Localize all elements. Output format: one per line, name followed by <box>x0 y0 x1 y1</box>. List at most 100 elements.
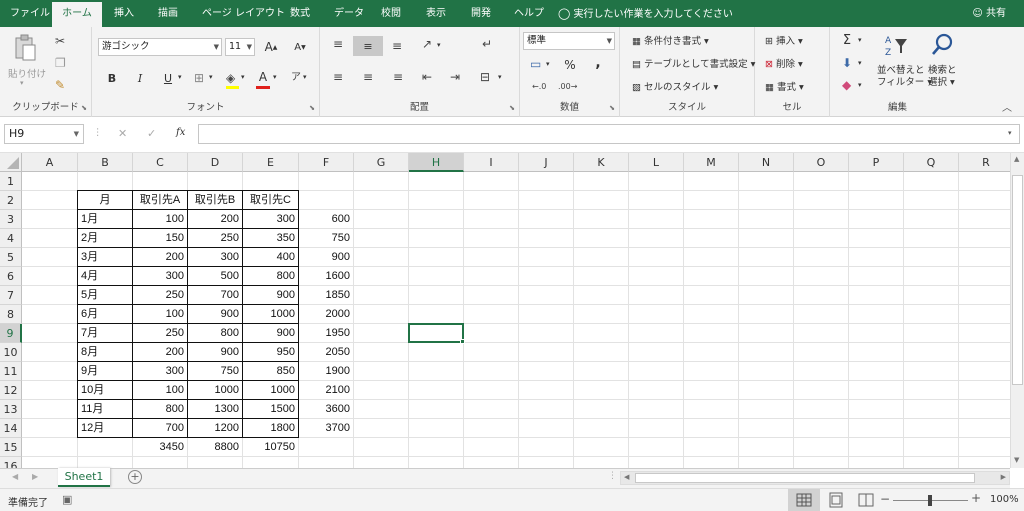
column-header[interactable]: M <box>684 153 739 172</box>
value-cell[interactable]: 800 <box>243 267 298 286</box>
zoom-level[interactable]: 100% <box>990 494 1019 505</box>
column-header[interactable]: Q <box>904 153 959 172</box>
value-cell[interactable]: 400 <box>243 248 298 267</box>
format-as-table-button[interactable]: ▤ テーブルとして書式設定 ▾ <box>632 56 755 70</box>
column-header[interactable]: J <box>519 153 574 172</box>
value-cell[interactable]: 300 <box>133 267 187 286</box>
format-painter-icon[interactable]: ✎ <box>55 78 65 92</box>
chevron-down-icon[interactable]: ▾ <box>303 73 307 81</box>
tab-splitter-icon[interactable]: ⋮ <box>608 471 617 481</box>
month-cell[interactable]: 2月 <box>78 229 132 248</box>
tab-review[interactable]: 校閲 <box>381 0 401 27</box>
cut-icon[interactable]: ✂ <box>55 34 65 48</box>
row-total-cell[interactable]: 1600 <box>299 267 353 286</box>
horizontal-scroll-thumb[interactable] <box>635 473 975 483</box>
chevron-down-icon[interactable]: ▾ <box>498 73 502 81</box>
find-icon[interactable] <box>928 31 956 59</box>
column-total-cell[interactable]: 3450 <box>133 438 187 457</box>
row-total-cell[interactable]: 600 <box>299 210 353 229</box>
column-header[interactable]: F <box>299 153 354 172</box>
row-header[interactable]: 5 <box>0 248 22 267</box>
row-header[interactable]: 1 <box>0 172 22 191</box>
month-cell[interactable]: 8月 <box>78 343 132 362</box>
find-select-label-2[interactable]: 選択 ▾ <box>928 74 955 88</box>
font-name-select[interactable]: 游ゴシック ▼ <box>98 38 222 56</box>
fill-color-icon[interactable]: ◈ <box>226 71 235 85</box>
wrap-text-icon[interactable]: ↵ <box>482 37 492 51</box>
chevron-down-icon[interactable]: ▾ <box>858 81 862 89</box>
tab-draw[interactable]: 描画 <box>158 0 178 27</box>
tab-file[interactable]: ファイル <box>10 0 50 27</box>
tab-insert[interactable]: 挿入 <box>114 0 134 27</box>
tab-developer[interactable]: 開発 <box>471 0 491 27</box>
row-total-cell[interactable]: 900 <box>299 248 353 267</box>
conditional-format-button[interactable]: ▦ 条件付き書式 ▾ <box>632 33 709 47</box>
value-cell[interactable]: 150 <box>133 229 187 248</box>
phonetic-icon[interactable]: ア <box>291 71 301 85</box>
clipboard-launcher-icon[interactable]: ⬊ <box>81 104 87 112</box>
copy-icon[interactable]: ❐ <box>55 56 66 70</box>
row-header[interactable]: 3 <box>0 210 22 229</box>
value-cell[interactable]: 1000 <box>243 381 298 400</box>
value-cell[interactable]: 800 <box>188 324 242 343</box>
fill-icon[interactable]: ⬇ <box>842 56 852 70</box>
sheet-prev-icon[interactable]: ◀ <box>12 472 18 481</box>
value-cell[interactable]: 800 <box>133 400 187 419</box>
align-bottom-icon[interactable]: ≡ <box>392 39 402 53</box>
row-header[interactable]: 2 <box>0 191 22 210</box>
row-total-cell[interactable]: 3600 <box>299 400 353 419</box>
column-header[interactable]: E <box>243 153 299 172</box>
font-size-select[interactable]: 11 ▼ <box>225 38 255 56</box>
month-cell[interactable]: 9月 <box>78 362 132 381</box>
value-cell[interactable]: 900 <box>243 286 298 305</box>
comma-button[interactable]: , <box>590 55 606 71</box>
percent-button[interactable]: % <box>562 57 578 73</box>
row-header[interactable]: 6 <box>0 267 22 286</box>
column-header[interactable]: N <box>739 153 794 172</box>
borders-icon[interactable]: ⊞ <box>194 71 204 85</box>
value-cell[interactable]: 300 <box>133 362 187 381</box>
align-center-icon[interactable]: ≡ <box>363 70 373 84</box>
zoom-out-icon[interactable]: − <box>880 492 890 506</box>
month-cell[interactable]: 4月 <box>78 267 132 286</box>
value-cell[interactable]: 1200 <box>188 419 242 438</box>
value-cell[interactable]: 700 <box>188 286 242 305</box>
month-cell[interactable]: 12月 <box>78 419 132 438</box>
value-cell[interactable]: 950 <box>243 343 298 362</box>
value-cell[interactable]: 250 <box>133 324 187 343</box>
value-cell[interactable]: 1000 <box>243 305 298 324</box>
row-total-cell[interactable]: 1900 <box>299 362 353 381</box>
bold-button[interactable]: B <box>104 69 120 87</box>
row-header[interactable]: 13 <box>0 400 22 419</box>
scroll-right-icon[interactable]: ▶ <box>1001 473 1006 481</box>
paste-dropdown-icon[interactable]: ▾ <box>20 79 24 87</box>
row-total-cell[interactable]: 2000 <box>299 305 353 324</box>
tab-page-layout[interactable]: ページ レイアウト <box>202 0 285 27</box>
insert-cells-button[interactable]: ⊞ 挿入 ▾ <box>765 33 803 47</box>
tell-me-box[interactable]: ◯ 実行したい作業を入力してください <box>558 0 733 27</box>
month-cell[interactable]: 11月 <box>78 400 132 419</box>
chevron-down-icon[interactable]: ▾ <box>209 73 213 81</box>
row-header[interactable]: 14 <box>0 419 22 438</box>
worksheet-grid[interactable]: A B C D E F G H I J K L M N O P Q R 1 2 3 4 5 6 7 8 9 10 11 12 13 14 15 1… <box>0 153 1010 468</box>
row-total-cell[interactable]: 1950 <box>299 324 353 343</box>
value-cell[interactable]: 200 <box>133 343 187 362</box>
value-cell[interactable]: 900 <box>243 324 298 343</box>
value-cell[interactable]: 350 <box>243 229 298 248</box>
shrink-font-button[interactable]: A ▼ <box>291 38 309 56</box>
chevron-down-icon[interactable]: ▾ <box>858 36 862 44</box>
row-header[interactable]: 8 <box>0 305 22 324</box>
page-break-view-icon[interactable] <box>852 489 880 511</box>
column-header[interactable]: C <box>133 153 188 172</box>
vertical-scrollbar[interactable]: ▲ ▼ <box>1010 153 1024 468</box>
table-header-cell[interactable]: 月 <box>78 191 132 210</box>
column-header[interactable]: B <box>78 153 133 172</box>
align-left-icon[interactable]: ≡ <box>333 70 343 84</box>
row-header[interactable]: 15 <box>0 438 22 457</box>
chevron-down-icon[interactable]: ▾ <box>273 73 277 81</box>
scroll-up-icon[interactable]: ▲ <box>1014 155 1019 163</box>
value-cell[interactable]: 700 <box>133 419 187 438</box>
month-cell[interactable]: 5月 <box>78 286 132 305</box>
scroll-down-icon[interactable]: ▼ <box>1014 456 1019 464</box>
row-header[interactable]: 11 <box>0 362 22 381</box>
